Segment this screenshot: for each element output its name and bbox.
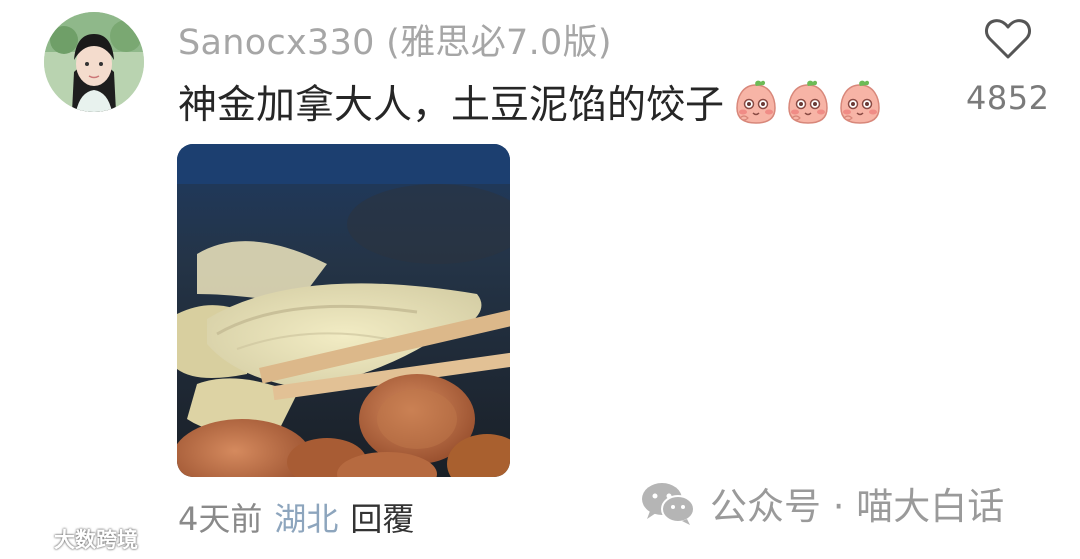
comment-text: 神金加拿大人，土豆泥馅的饺子 (178, 83, 725, 128)
comment-time: 4天前 (178, 500, 263, 538)
blush-face-emoji-icon (788, 80, 828, 124)
heart-like-icon[interactable] (984, 17, 1032, 61)
comment-body: 神金加拿大人，土豆泥馅的饺子 (178, 74, 884, 130)
like-count: 4852 (966, 79, 1050, 117)
reply-button[interactable]: 回覆 (350, 500, 414, 538)
user-avatar[interactable] (44, 12, 144, 112)
wechat-account-name: 公众号 · 喵大白话 (710, 485, 1005, 528)
comment-username[interactable]: Sanocx330 (雅思必7.0版) (178, 14, 612, 65)
wechat-watermark: 公众号 · 喵大白话 (640, 476, 1004, 530)
brand-watermark-text: 大数跨境 (54, 528, 138, 552)
comment-photo-dumpling[interactable] (177, 144, 510, 477)
brand-watermark: 大数跨境 (10, 524, 138, 554)
blush-face-emoji-icon (840, 80, 880, 124)
wechat-logo-icon (642, 483, 695, 525)
brand-logo-icon (10, 529, 50, 548)
comment-meta: 4天前 湖北 回覆 (178, 494, 414, 540)
blush-face-emoji-icon (736, 80, 776, 124)
comment-location: 湖北 (274, 500, 339, 538)
